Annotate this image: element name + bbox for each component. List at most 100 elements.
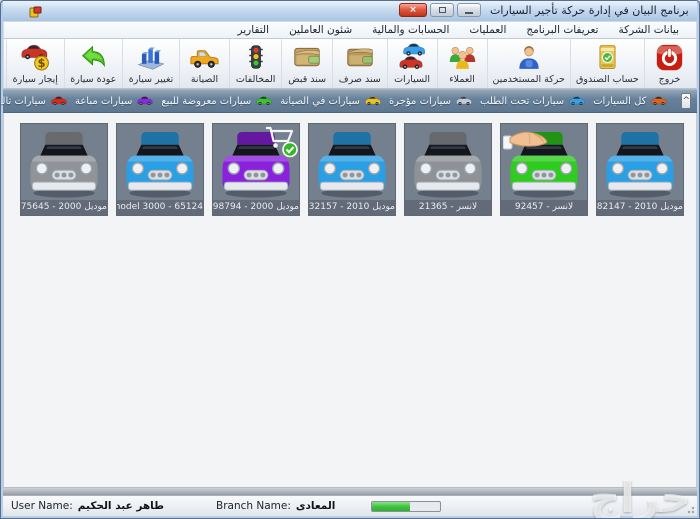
car-label: موديل 2000 - 75645 — [21, 200, 107, 215]
toolbar-button-rent-car[interactable]: $ إيجار سيارة — [6, 39, 64, 88]
menu-item-1[interactable]: تعريفات البرنامج — [517, 23, 607, 37]
close-icon: × — [409, 6, 417, 15]
tab-5[interactable]: سيارات مباعة — [71, 94, 157, 109]
tab-strip: ^ كل السيارات سيارات تحت الطلب سيارات مؤجر… — [3, 89, 697, 113]
car-image — [213, 124, 299, 200]
car-icon — [456, 96, 472, 106]
tab-4[interactable]: سيارات معروضة للبيع — [157, 94, 276, 109]
car-grid: موديل 2000 - 75645 model 3000 - 65124 مودي… — [4, 113, 696, 216]
tab-label: سيارات معروضة للبيع — [161, 96, 251, 107]
window-title: برنامج البيان في إدارة حركة تأجير السيار… — [490, 4, 689, 17]
rent-car-icon: $ — [20, 42, 51, 73]
tab-strip-tabs: كل السيارات سيارات تحت الطلب سيارات مؤجرة س… — [0, 94, 679, 109]
menu-bar: بيانات الشركةتعريفات البرنامجالعملياتالح… — [3, 21, 697, 39]
title-bar: × برنامج البيان في إدارة حركة تأجير السي… — [3, 1, 697, 21]
car-image — [597, 124, 683, 200]
minimize-button[interactable] — [457, 3, 481, 17]
user-name-value: طاهر عبد الحكيم — [78, 500, 164, 512]
toolbar-button-label: العملاء — [449, 74, 475, 85]
toolbar: خروج حساب الصندوق حركة المستخدمين العملاء ال… — [3, 39, 697, 89]
traffic-light-icon — [244, 42, 268, 73]
payment-voucher-icon — [345, 42, 375, 73]
tab-1[interactable]: سيارات تحت الطلب — [476, 94, 589, 109]
toolbar-button-label: الصيانة — [191, 74, 218, 85]
toolbar-button-payment-voucher[interactable]: سند صرف — [332, 39, 387, 88]
resize-grip[interactable] — [685, 504, 695, 514]
tab-label: كل السيارات — [593, 96, 646, 107]
toolbar-button-exit[interactable]: خروج — [644, 39, 694, 88]
toolbar-button-label: سند صرف — [339, 74, 381, 85]
cashbox-icon — [594, 42, 621, 73]
toolbar-button-label: إيجار سيارة — [13, 74, 58, 85]
user-name-label: User Name: — [11, 500, 73, 512]
tab-label: سيارات مباعة — [75, 96, 132, 107]
toolbar-button-label: عودة سيارة — [70, 74, 116, 85]
car-label: model 3000 - 65124 — [117, 200, 203, 215]
toolbar-button-user[interactable]: حركة المستخدمين — [487, 39, 570, 88]
car-image — [117, 124, 203, 200]
receipt-voucher-icon — [292, 42, 322, 73]
tab-label: سيارات تالفة — [0, 96, 46, 107]
menu-item-5[interactable]: التقارير — [228, 23, 278, 37]
toolbar-button-tow-truck[interactable]: الصيانة — [179, 39, 229, 88]
maximize-button[interactable] — [430, 3, 454, 17]
toolbar-button-change-car[interactable]: تغيير سيارة — [122, 39, 179, 88]
app-window: × برنامج البيان في إدارة حركة تأجير السي… — [0, 0, 700, 519]
menu-item-3[interactable]: الحسابات والمالية — [363, 23, 458, 37]
toolbar-button-traffic-light[interactable]: المخالفات — [229, 39, 281, 88]
toolbar-button-label: حساب الصندوق — [576, 74, 639, 85]
branch-name-value: المعادى — [296, 500, 335, 512]
progress-fill — [372, 502, 409, 511]
exit-icon — [655, 42, 684, 73]
maximize-icon — [439, 7, 446, 13]
window-controls: × برنامج البيان في إدارة حركة تأجير السي… — [399, 3, 689, 17]
tab-0[interactable]: كل السيارات — [589, 94, 671, 109]
car-icon — [51, 96, 67, 106]
car-icon — [256, 96, 272, 106]
car-tile-4[interactable]: لانسر - 21365 — [404, 123, 492, 216]
menu-item-0[interactable]: بيانات الشركة — [609, 23, 688, 37]
toolbar-button-label: حركة المستخدمين — [492, 74, 564, 85]
tab-label: سيارات في الصيانة — [280, 96, 360, 107]
car-tile-2[interactable]: موديل 2000 - 98794 — [212, 123, 300, 216]
car-icon — [569, 96, 585, 106]
car-label: لانسر - 21365 — [405, 200, 491, 215]
toolbar-button-return-arrow[interactable]: عودة سيارة — [64, 39, 122, 88]
cart-check-icon — [263, 125, 299, 162]
svg-text:$: $ — [37, 57, 45, 70]
tab-2[interactable]: سيارات مؤجرة — [385, 94, 476, 109]
menu-item-2[interactable]: العمليات — [460, 23, 515, 37]
menu-item-4[interactable]: شئون العاملين — [280, 23, 361, 37]
content-bottom-strip — [3, 487, 697, 495]
tab-label: سيارات تحت الطلب — [480, 96, 564, 107]
toolbar-button-label: خروج — [659, 74, 681, 85]
toolbar-button-customers[interactable]: العملاء — [437, 39, 487, 88]
branch-name-label: Branch Name: — [216, 500, 291, 512]
toolbar-button-cars[interactable]: السيارات — [387, 39, 437, 88]
car-tile-3[interactable]: موديل 2010 - 32157 — [308, 123, 396, 216]
content-area: موديل 2000 - 75645 model 3000 - 65124 مودي… — [3, 113, 697, 487]
collapse-button[interactable]: ^ — [681, 93, 691, 109]
tab-label: سيارات مؤجرة — [389, 96, 451, 107]
status-bar: User Name: طاهر عبد الحكيم Branch Name: … — [3, 495, 697, 516]
tab-3[interactable]: سيارات في الصيانة — [276, 94, 385, 109]
progress-bar — [371, 501, 441, 512]
car-tile-1[interactable]: model 3000 - 65124 — [116, 123, 204, 216]
close-button[interactable]: × — [399, 3, 427, 17]
tow-truck-icon — [189, 42, 220, 73]
car-tile-0[interactable]: موديل 2000 - 75645 — [20, 123, 108, 216]
car-tile-5[interactable]: لانسر - 92457 — [500, 123, 588, 216]
car-tile-6[interactable]: موديل 2010 - 82147 — [596, 123, 684, 216]
tab-6[interactable]: سيارات تالفة — [0, 94, 71, 109]
toolbar-button-receipt-voucher[interactable]: سند قبض — [281, 39, 332, 88]
customers-icon — [448, 42, 477, 73]
car-icon — [137, 96, 153, 106]
toolbar-button-cashbox[interactable]: حساب الصندوق — [570, 39, 644, 88]
app-icon — [29, 4, 42, 17]
toolbar-button-label: تغيير سيارة — [129, 74, 174, 85]
car-label: موديل 2010 - 32157 — [309, 200, 395, 215]
car-icon — [365, 96, 381, 106]
minimize-icon — [465, 12, 473, 14]
toolbar-button-label: السيارات — [394, 74, 430, 85]
car-label: موديل 2000 - 98794 — [213, 200, 299, 215]
